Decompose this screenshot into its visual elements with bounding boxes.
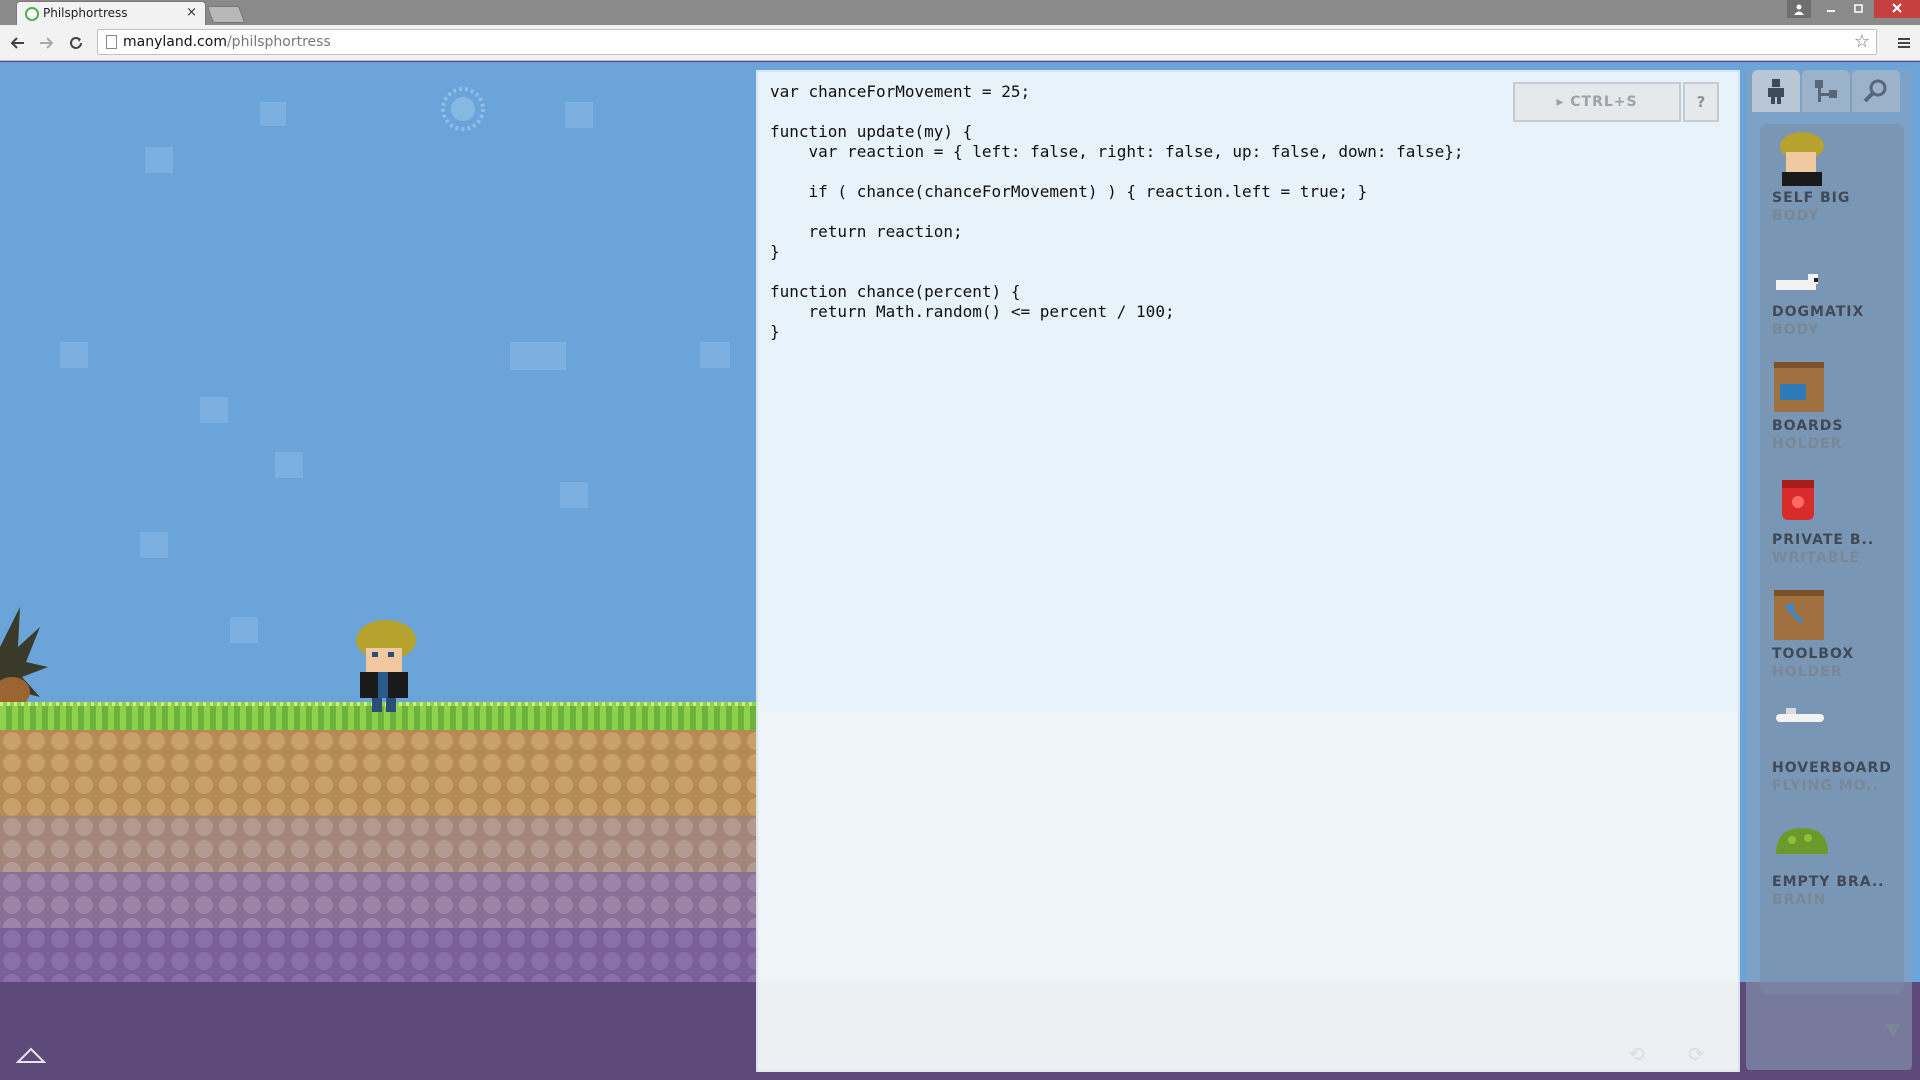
dirt-layer <box>0 872 760 928</box>
inventory-list[interactable]: SELF BIG BODY DOGMATIX BODY BOARDS HOLDE… <box>1760 124 1904 1041</box>
page-icon <box>106 35 117 49</box>
person-icon[interactable] <box>1752 70 1800 112</box>
user-icon[interactable] <box>1787 0 1811 18</box>
redo-icon[interactable]: ⟳ <box>1688 1042 1705 1066</box>
tab-title: Philsphortress <box>43 6 128 20</box>
inventory-item[interactable]: EMPTY BRA.. BRAIN <box>1772 814 1902 924</box>
self-big-body-icon <box>1780 132 1824 186</box>
sky-tile <box>275 452 303 478</box>
dirt-layer <box>0 730 760 816</box>
sky-tile <box>700 342 730 368</box>
forward-arrow-icon[interactable] <box>34 31 58 55</box>
hoverboard-icon <box>1776 708 1824 722</box>
tree-icon[interactable] <box>1802 70 1850 112</box>
inventory-item[interactable]: SELF BIG BODY <box>1772 130 1902 240</box>
favicon-icon <box>25 7 39 21</box>
code-text[interactable]: var chanceForMovement = 25; function upd… <box>770 82 1464 342</box>
sky-tile <box>230 617 258 643</box>
scroll-down-icon[interactable]: ▼ <box>1886 1020 1900 1041</box>
new-tab-button[interactable] <box>206 6 246 23</box>
menu-icon[interactable] <box>1892 31 1916 55</box>
browser-toolbar: manyland.com/philsphortress ☆ <box>0 25 1920 61</box>
maximize-icon[interactable] <box>1846 0 1872 18</box>
brain-icon <box>1776 828 1828 854</box>
private-board-icon <box>1782 480 1814 520</box>
sky-tile <box>260 102 286 126</box>
sky-tile <box>565 102 593 128</box>
plant-sprite-icon <box>0 607 48 707</box>
inventory-item[interactable]: DOGMATIX BODY <box>1772 244 1902 354</box>
tab-close-icon[interactable]: × <box>186 5 197 20</box>
code-editor-panel[interactable]: var chanceForMovement = 25; function upd… <box>756 70 1740 1072</box>
sky-tile <box>200 397 228 423</box>
title-bar: Philsphortress × <box>0 0 1920 25</box>
sky-tile <box>60 342 88 368</box>
player-character-icon[interactable] <box>344 618 424 714</box>
help-button[interactable]: ? <box>1683 82 1719 122</box>
inventory-item[interactable]: PRIVATE B.. WRITABLE <box>1772 472 1902 582</box>
undo-icon[interactable]: ⟲ <box>1628 1042 1645 1066</box>
sky-tile <box>510 342 566 370</box>
search-icon[interactable] <box>1852 70 1900 112</box>
dirt-layer <box>0 816 760 872</box>
editor-overlay <box>758 712 1738 1072</box>
dogmatix-body-icon <box>1776 274 1818 290</box>
toolbox-holder-icon <box>1774 590 1824 640</box>
inventory-item[interactable]: BOARDS HOLDER <box>1772 358 1902 468</box>
close-icon[interactable] <box>1874 0 1920 18</box>
sky-tile <box>560 482 588 508</box>
inventory-item[interactable]: HOVERBOARD FLYING MO.. <box>1772 700 1902 810</box>
url-text: manyland.com/philsphortress <box>123 34 331 50</box>
boards-holder-icon <box>1774 362 1824 412</box>
inventory-item[interactable]: TOOLBOX HOLDER <box>1772 586 1902 696</box>
reload-icon[interactable] <box>64 31 88 55</box>
sky-tile <box>140 532 168 558</box>
minimize-icon[interactable] <box>1818 0 1844 18</box>
run-save-button[interactable]: ▸ CTRL+S <box>1513 82 1681 122</box>
dirt-layer <box>0 928 760 982</box>
inventory-panel: SELF BIG BODY DOGMATIX BODY BOARDS HOLDE… <box>1746 70 1920 1080</box>
star-icon[interactable]: ☆ <box>1854 31 1870 52</box>
sky-tile <box>145 147 173 173</box>
back-arrow-icon[interactable] <box>6 31 30 55</box>
collapse-arrow-icon[interactable] <box>16 1046 46 1064</box>
sun-sprite-icon <box>441 87 485 131</box>
browser-tab[interactable]: Philsphortress × <box>16 1 206 25</box>
address-bar[interactable]: manyland.com/philsphortress ☆ <box>97 29 1877 55</box>
